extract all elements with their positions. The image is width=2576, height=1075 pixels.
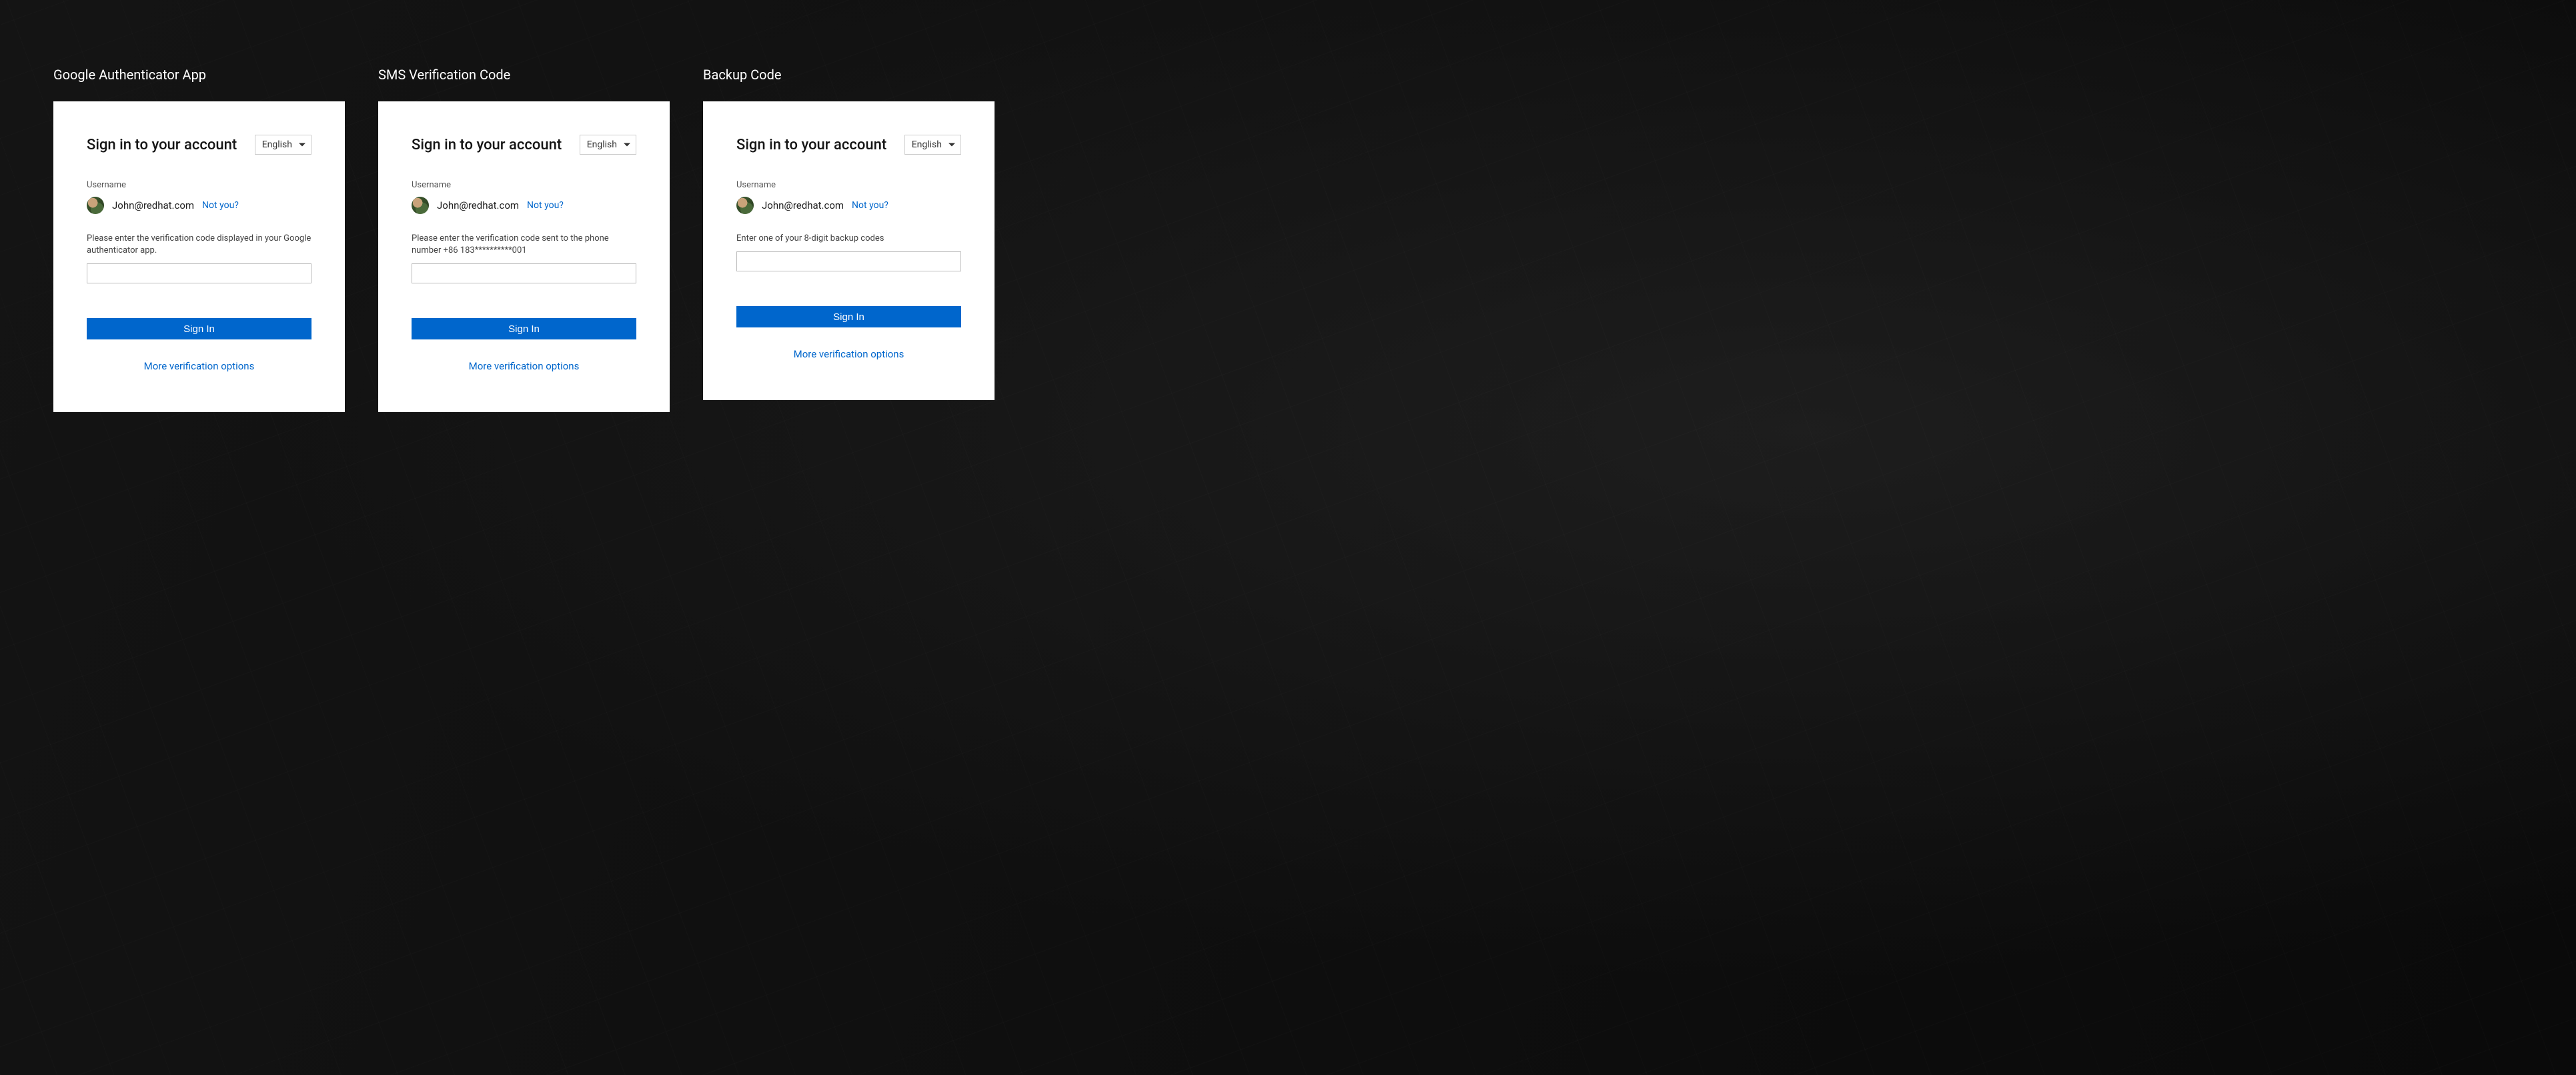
username-label: Username [412, 180, 636, 190]
panel-backup-code: Backup Code Sign in to your account Engl… [703, 67, 995, 400]
signin-card: Sign in to your account English Username… [53, 101, 345, 412]
panel-heading: SMS Verification Code [378, 67, 670, 83]
username-value: John@redhat.com [762, 199, 844, 211]
language-value: English [912, 139, 942, 150]
more-verification-options-link[interactable]: More verification options [794, 348, 904, 360]
more-verification-options-link[interactable]: More verification options [469, 360, 580, 372]
verification-code-input[interactable] [412, 263, 636, 283]
username-label: Username [87, 180, 311, 190]
instruction-text: Enter one of your 8-digit backup codes [736, 233, 961, 245]
caret-down-icon [624, 143, 630, 147]
language-value: English [262, 139, 292, 150]
language-value: English [587, 139, 617, 150]
language-select[interactable]: English [255, 135, 311, 155]
user-row: John@redhat.com Not you? [87, 197, 311, 214]
panel-heading: Backup Code [703, 67, 995, 83]
username-label: Username [736, 180, 961, 190]
language-select[interactable]: English [580, 135, 636, 155]
not-you-link[interactable]: Not you? [202, 200, 239, 211]
card-header: Sign in to your account English [87, 135, 311, 155]
user-row: John@redhat.com Not you? [412, 197, 636, 214]
verification-code-input[interactable] [87, 263, 311, 283]
caret-down-icon [948, 143, 955, 147]
panels-row: Google Authenticator App Sign in to your… [0, 0, 2576, 465]
card-header: Sign in to your account English [412, 135, 636, 155]
avatar [87, 197, 104, 214]
username-value: John@redhat.com [437, 199, 519, 211]
signin-card: Sign in to your account English Username… [378, 101, 670, 412]
user-row: John@redhat.com Not you? [736, 197, 961, 214]
caret-down-icon [299, 143, 305, 147]
not-you-link[interactable]: Not you? [527, 200, 564, 211]
avatar [736, 197, 754, 214]
card-title: Sign in to your account [412, 137, 562, 153]
card-title: Sign in to your account [736, 137, 886, 153]
panel-google-authenticator: Google Authenticator App Sign in to your… [53, 67, 345, 412]
verification-code-input[interactable] [736, 251, 961, 271]
instruction-text: Please enter the verification code sent … [412, 233, 636, 257]
avatar [412, 197, 429, 214]
not-you-link[interactable]: Not you? [852, 200, 888, 211]
sign-in-button[interactable]: Sign In [87, 318, 311, 339]
instruction-text: Please enter the verification code displ… [87, 233, 311, 257]
card-header: Sign in to your account English [736, 135, 961, 155]
sign-in-button[interactable]: Sign In [412, 318, 636, 339]
card-title: Sign in to your account [87, 137, 237, 153]
signin-card: Sign in to your account English Username… [703, 101, 995, 400]
panel-sms-verification: SMS Verification Code Sign in to your ac… [378, 67, 670, 412]
panel-heading: Google Authenticator App [53, 67, 345, 83]
more-verification-options-link[interactable]: More verification options [144, 360, 255, 372]
language-select[interactable]: English [904, 135, 961, 155]
sign-in-button[interactable]: Sign In [736, 306, 961, 327]
username-value: John@redhat.com [112, 199, 194, 211]
